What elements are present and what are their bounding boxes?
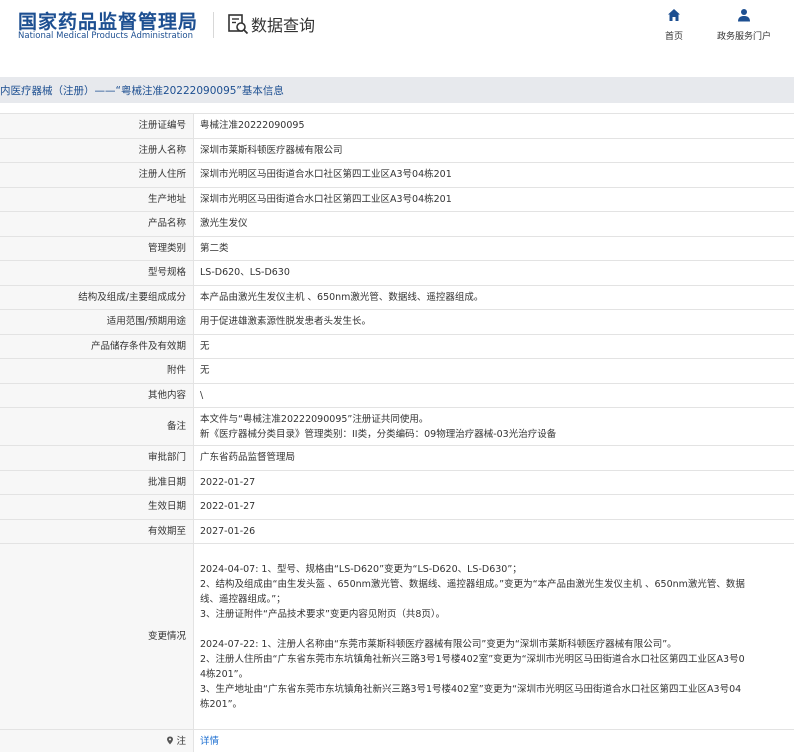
row-value: 详情 <box>193 729 794 752</box>
table-row-note: 注 详情 <box>0 729 794 752</box>
row-value: 无 <box>193 358 794 384</box>
row-value: 深圳市莱斯科顿医疗器械有限公司 <box>193 137 794 163</box>
nav-service-portal[interactable]: 政务服务门户 <box>712 8 776 42</box>
note-label: 注 <box>176 736 186 748</box>
row-label: 注册人名称 <box>0 137 194 163</box>
row-value: 深圳市光明区马田街道合水口社区第四工业区A3号04栋201 <box>193 186 794 212</box>
row-value: 2022-01-27 <box>193 494 794 520</box>
row-label: 审批部门 <box>0 445 194 471</box>
row-label: 批准日期 <box>0 469 194 495</box>
changes-value: 2024-04-07: 1、型号、规格由“LS-D620”变更为“LS-D620… <box>193 543 794 730</box>
row-label: 注册证编号 <box>0 113 194 139</box>
row-value: 本产品由激光生发仪主机 、650nm激光管、数据线、遥控器组成。 <box>193 284 794 310</box>
header-divider <box>213 12 214 38</box>
change-line: 2、结构及组成由“由生发头盔 、650nm激光管、数据线、遥控器组成。”变更为“… <box>200 578 745 590</box>
change-line: 3、注册证附件“产品技术要求”变更内容见附页（共8页）。 <box>200 608 446 620</box>
row-value: 第二类 <box>193 235 794 261</box>
nav-service-label: 政务服务门户 <box>716 32 771 42</box>
row-label: 变更情况 <box>0 543 194 730</box>
table-row: 型号规格 LS-D620、LS-D630 <box>0 260 794 286</box>
table-row: 附件无 <box>0 358 794 384</box>
row-label: 注 <box>0 729 194 752</box>
site-logo-title[interactable]: 国家药品监督管理局 <box>18 7 198 34</box>
row-label: 产品名称 <box>0 211 194 237</box>
table-row: 产品储存条件及有效期无 <box>0 333 794 359</box>
table-row: 审批部门 广东省药品监督管理局 <box>0 445 794 471</box>
row-label: 有效期至 <box>0 518 194 544</box>
device-info-table: 注册证编号 粤械注准20222090095 注册人名称 深圳市莱斯科顿医疗器械有限公… <box>0 113 794 752</box>
table-row: 管理类别 第二类 <box>0 235 794 261</box>
nav-home-label: 首页 <box>664 32 683 42</box>
table-row: 注册人住所 深圳市光明区马田街道合水口社区第四工业区A3号04栋201 <box>0 162 794 188</box>
row-value: 2022-01-27 <box>193 469 794 495</box>
row-value: 深圳市光明区马田街道合水口社区第四工业区A3号04栋201 <box>193 162 794 188</box>
row-label: 附件 <box>0 358 194 384</box>
row-label: 产品储存条件及有效期 <box>0 333 194 359</box>
row-label: 备注 <box>0 407 194 446</box>
change-line: 栋201”。 <box>200 698 243 710</box>
table-row: 生产地址 深圳市光明区马田街道合水口社区第四工业区A3号04栋201 <box>0 186 794 212</box>
row-label: 注册人住所 <box>0 162 194 188</box>
row-label: 管理类别 <box>0 235 194 261</box>
breadcrumb-text: 内医疗器械（注册）——“粤械注准20222090095”基本信息 <box>0 85 284 97</box>
site-header: 国家药品监督管理局 National Medical Products Admi… <box>0 0 794 62</box>
row-label: 其他内容 <box>0 382 194 408</box>
row-value: 粤械注准20222090095 <box>193 113 794 139</box>
change-line: 2024-04-07: 1、型号、规格由“LS-D620”变更为“LS-D620… <box>200 563 522 575</box>
row-value: 广东省药品监督管理局 <box>193 445 794 471</box>
home-icon <box>668 9 680 21</box>
table-row: 适用范围/预期用途 用于促进雄激素源性脱发患者头发生长。 <box>0 309 794 335</box>
detail-link[interactable]: 详情 <box>200 736 219 747</box>
row-label: 型号规格 <box>0 260 194 286</box>
row-label: 适用范围/预期用途 <box>0 309 194 335</box>
nav-home[interactable]: 首页 <box>658 8 690 42</box>
table-row: 生效日期 2022-01-27 <box>0 494 794 520</box>
change-line: 线、遥控器组成。”； <box>200 593 286 605</box>
change-gap <box>200 622 788 637</box>
row-value: 用于促进雄激素源性脱发患者头发生长。 <box>193 309 794 335</box>
section-title: 数据查询 <box>251 16 316 35</box>
data-query-icon <box>228 14 249 35</box>
map-pin-icon <box>167 736 174 745</box>
table-row: 产品名称 激光生发仪 <box>0 211 794 237</box>
remark-value: 本文件与“粤械注准20222090095”注册证共同使用。 新《医疗器械分类目录… <box>193 407 794 446</box>
change-line: 2、注册人住所由“广东省东莞市东坑镇角社新兴三路3号1号楼402室”变更为“深圳… <box>200 653 745 665</box>
row-label: 生效日期 <box>0 494 194 520</box>
row-value: 无 <box>193 333 794 359</box>
table-row: 批准日期 2022-01-27 <box>0 469 794 495</box>
remark-line: 新《医疗器械分类目录》管理类别：II类，分类编码：09物理治疗器械-03光治疗设… <box>200 428 557 440</box>
row-value: 2027-01-26 <box>193 518 794 544</box>
table-row: 其他内容 \ <box>0 382 794 408</box>
change-line: 4栋201”。 <box>200 668 249 680</box>
remark-line: 本文件与“粤械注准20222090095”注册证共同使用。 <box>200 413 429 425</box>
table-row-changes: 变更情况 2024-04-07: 1、型号、规格由“LS-D620”变更为“LS… <box>0 543 794 730</box>
row-value: 激光生发仪 <box>193 211 794 237</box>
row-value: \ <box>193 382 794 408</box>
breadcrumb: 内医疗器械（注册）——“粤械注准20222090095”基本信息 <box>0 77 794 103</box>
site-logo-subtitle: National Medical Products Administration <box>18 31 193 41</box>
change-line: 3、生产地址由“广东省东莞市东坑镇角社新兴三路3号1号楼402室”变更为“深圳市… <box>200 683 742 695</box>
row-label: 生产地址 <box>0 186 194 212</box>
table-row-remark: 备注 本文件与“粤械注准20222090095”注册证共同使用。 新《医疗器械分… <box>0 407 794 446</box>
user-icon <box>738 9 750 22</box>
row-value: LS-D620、LS-D630 <box>193 260 794 286</box>
row-label: 结构及组成/主要组成成分 <box>0 284 194 310</box>
change-line: 2024-07-22: 1、注册人名称由“东莞市莱斯科顿医疗器械有限公司”变更为… <box>200 638 677 650</box>
table-row: 有效期至 2027-01-26 <box>0 518 794 544</box>
table-row: 注册人名称 深圳市莱斯科顿医疗器械有限公司 <box>0 137 794 163</box>
table-row: 结构及组成/主要组成成分 本产品由激光生发仪主机 、650nm激光管、数据线、遥控… <box>0 284 794 310</box>
table-row: 注册证编号 粤械注准20222090095 <box>0 113 794 139</box>
